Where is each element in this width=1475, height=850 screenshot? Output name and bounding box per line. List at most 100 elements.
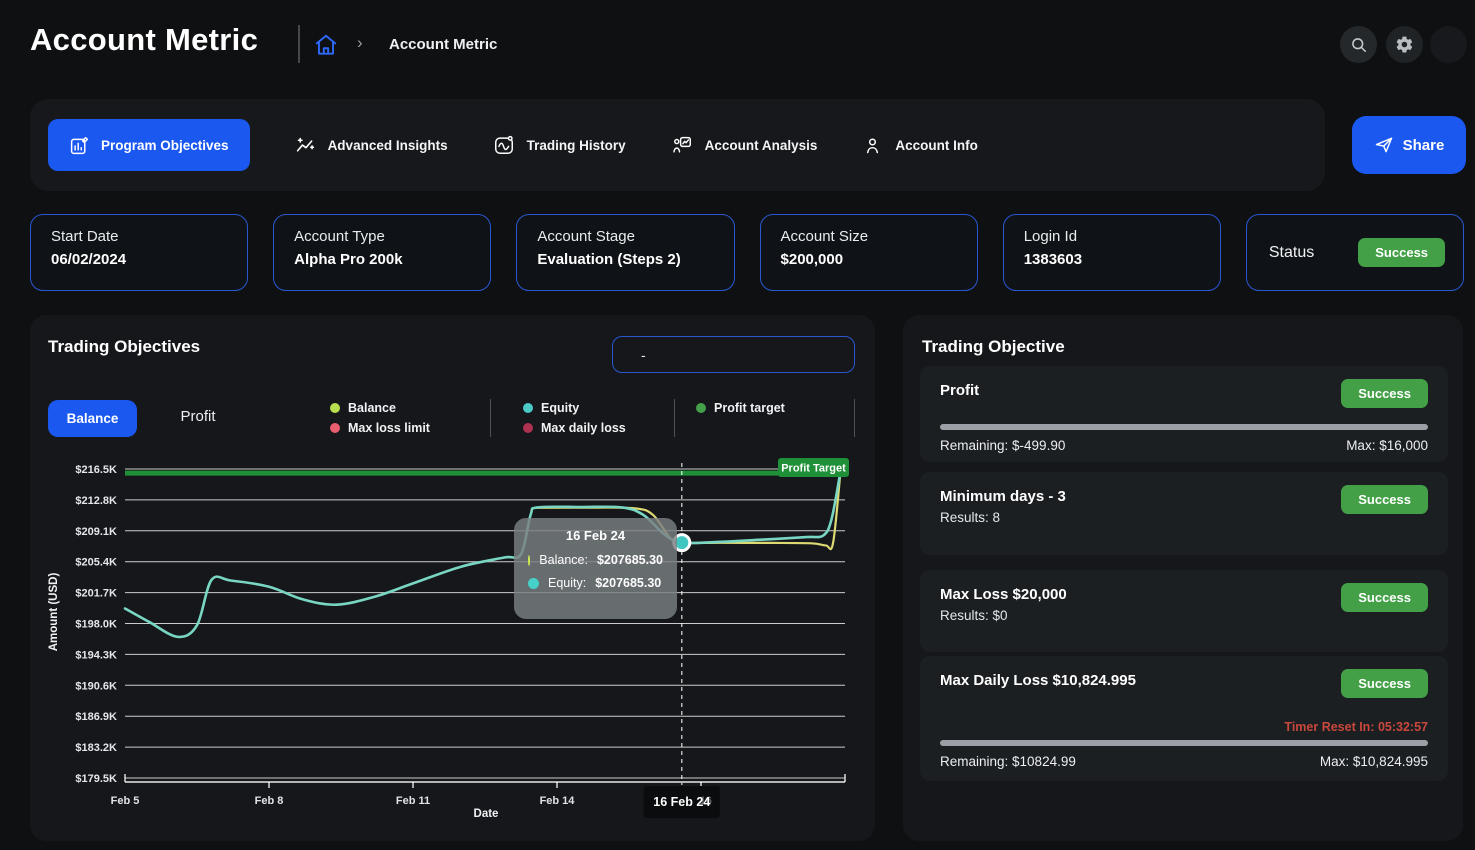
profit-tab-label: Profit	[180, 408, 215, 425]
svg-text:$216.5K: $216.5K	[75, 464, 117, 476]
max-loss-objective-card: Max Loss $20,000 Results: $0 Success	[920, 570, 1448, 652]
avatar[interactable]	[1430, 26, 1467, 63]
breadcrumb[interactable]: Account Metric	[389, 36, 497, 53]
tab-program-objectives[interactable]: Program Objectives	[48, 119, 250, 171]
svg-text:Date: Date	[474, 808, 499, 820]
balance-equity-chart: $216.5K$212.8K$209.1K$205.4K$201.7K$198.…	[30, 455, 875, 841]
status-card: Status Success	[1246, 214, 1464, 291]
profit-tab[interactable]: Profit	[167, 408, 229, 425]
tooltip-balance-row: Balance: $207685.30	[528, 553, 663, 567]
objective-title: Minimum days - 3	[940, 488, 1066, 505]
status-badge[interactable]: Success	[1358, 238, 1445, 267]
legend-divider	[490, 399, 491, 437]
chart-filter-dropdown[interactable]: -	[612, 336, 855, 373]
tooltip-value: $207685.30	[597, 553, 663, 567]
account-type-card: Account Type Alpha Pro 200k	[273, 214, 491, 291]
svg-text:$179.5K: $179.5K	[75, 773, 117, 785]
legend-balance[interactable]: Balance	[330, 401, 396, 415]
settings-button[interactable]	[1386, 26, 1423, 63]
success-badge[interactable]: Success	[1341, 379, 1428, 408]
tooltip-date: 16 Feb 24	[528, 528, 663, 543]
tab-label: Account Info	[895, 138, 978, 153]
account-stage-card: Account Stage Evaluation (Steps 2)	[516, 214, 734, 291]
svg-text:$198.0K: $198.0K	[75, 619, 117, 631]
legend-equity[interactable]: Equity	[523, 401, 579, 415]
home-icon[interactable]	[313, 32, 339, 58]
tab-account-analysis[interactable]: Account Analysis	[671, 134, 818, 156]
success-badge[interactable]: Success	[1341, 669, 1428, 698]
breadcrumb-chevron-icon: ›	[357, 33, 363, 53]
card-label: Login Id	[1024, 228, 1200, 245]
trading-objective-panel: Trading Objective Profit Success Remaini…	[903, 315, 1463, 841]
svg-text:Feb 5: Feb 5	[111, 795, 140, 807]
profit-objective-card: Profit Success Remaining: $-499.90 Max: …	[920, 366, 1448, 462]
dropdown-value: -	[641, 347, 646, 363]
status-label: Status	[1269, 244, 1314, 262]
legend-label: Equity	[541, 401, 579, 415]
person-chart-icon	[671, 134, 693, 156]
max-value: Max: $10,824.995	[1320, 754, 1428, 769]
tooltip-label: Equity:	[548, 576, 586, 590]
legend-max-daily-loss[interactable]: Max daily loss	[523, 421, 626, 435]
remaining-value: Remaining: $-499.90	[940, 438, 1065, 453]
bar-chart-icon	[69, 135, 90, 156]
tab-label: Account Analysis	[705, 138, 818, 153]
balance-tab-label: Balance	[67, 411, 119, 426]
card-value: $200,000	[781, 251, 957, 268]
svg-text:$190.6K: $190.6K	[75, 680, 117, 692]
legend-divider	[674, 399, 675, 437]
tooltip-label: Balance:	[539, 553, 588, 567]
account-info-row: Start Date 06/02/2024 Account Type Alpha…	[30, 214, 1464, 291]
objective-title: Profit	[940, 382, 979, 399]
legend-label: Balance	[348, 401, 396, 415]
svg-text:$209.1K: $209.1K	[75, 526, 117, 538]
gear-icon	[1395, 35, 1414, 54]
history-chart-icon	[493, 134, 515, 156]
balance-dot-icon	[330, 403, 340, 413]
search-button[interactable]	[1340, 26, 1377, 63]
svg-text:$212.8K: $212.8K	[75, 495, 117, 507]
share-button[interactable]: Share	[1352, 116, 1466, 174]
header-divider	[298, 25, 300, 63]
person-icon	[862, 135, 883, 156]
success-badge[interactable]: Success	[1341, 583, 1428, 612]
legend-max-loss-limit[interactable]: Max loss limit	[330, 421, 430, 435]
search-icon	[1349, 35, 1369, 55]
profit-target-dot-icon	[696, 403, 706, 413]
objective-results: Results: 8	[940, 510, 1000, 525]
legend-profit-target[interactable]: Profit target	[696, 401, 785, 415]
max-value: Max: $16,000	[1346, 438, 1428, 453]
page: Account Metric › Account Metric Program …	[0, 0, 1475, 850]
svg-text:Amount (USD): Amount (USD)	[48, 573, 60, 652]
timer-reset-text: Timer Reset In: 05:32:57	[1284, 720, 1428, 734]
insights-icon	[295, 135, 316, 156]
svg-text:$194.3K: $194.3K	[75, 649, 117, 661]
tooltip-equity-row: Equity: $207685.30	[528, 576, 663, 590]
objective-results: Results: $0	[940, 608, 1008, 623]
svg-text:16 Feb 24: 16 Feb 24	[653, 795, 710, 809]
tab-account-info[interactable]: Account Info	[862, 135, 978, 156]
tab-advanced-insights[interactable]: Advanced Insights	[295, 135, 448, 156]
svg-text:Feb 11: Feb 11	[396, 795, 430, 807]
equity-dot-icon	[523, 403, 533, 413]
tab-label: Program Objectives	[101, 138, 229, 153]
start-date-card: Start Date 06/02/2024	[30, 214, 248, 291]
success-badge[interactable]: Success	[1341, 485, 1428, 514]
tab-trading-history[interactable]: Trading History	[493, 134, 626, 156]
chart-tooltip: 16 Feb 24 Balance: $207685.30 Equity: $2…	[514, 518, 677, 619]
share-icon	[1374, 135, 1394, 155]
svg-text:$201.7K: $201.7K	[75, 588, 117, 600]
legend-label: Profit target	[714, 401, 785, 415]
svg-text:$186.9K: $186.9K	[75, 711, 117, 723]
balance-tab[interactable]: Balance	[48, 400, 137, 437]
tab-label: Trading History	[527, 138, 626, 153]
legend-label: Max daily loss	[541, 421, 626, 435]
card-label: Account Size	[781, 228, 957, 245]
card-label: Account Type	[294, 228, 470, 245]
card-label: Start Date	[51, 228, 227, 245]
legend-label: Max loss limit	[348, 421, 430, 435]
trading-objectives-panel: Trading Objectives - Balance Profit Bala…	[30, 315, 875, 841]
card-value: 06/02/2024	[51, 251, 227, 268]
progress-bar	[940, 740, 1428, 746]
balance-dot-icon	[528, 555, 530, 566]
